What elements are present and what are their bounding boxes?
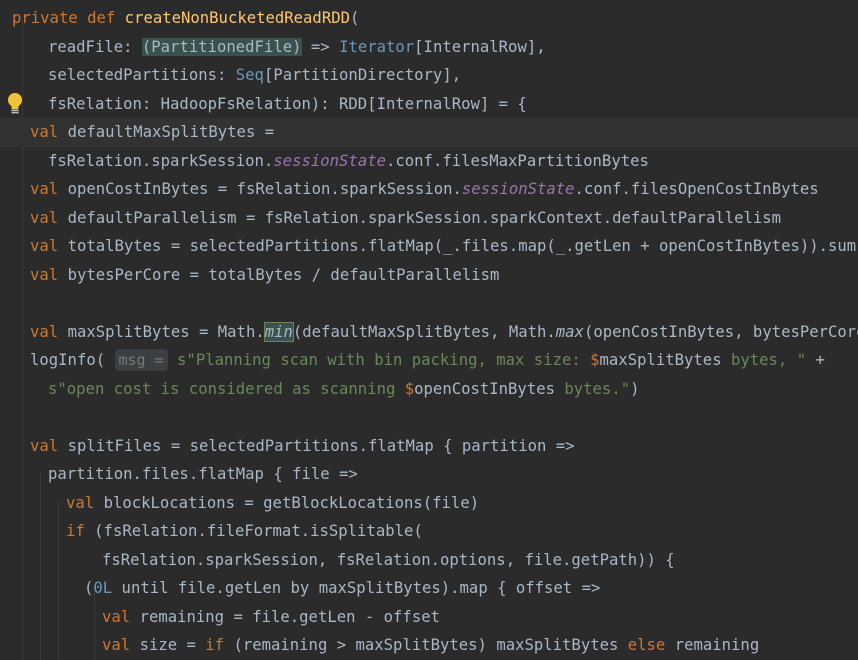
code-line: partition.files.flatMap { file => — [48, 465, 358, 483]
code-line: val remaining = file.getLen - offset — [102, 608, 440, 626]
code-line: val blockLocations = getBlockLocations(f… — [66, 494, 480, 512]
code-line: fsRelation.sparkSession, fsRelation.opti… — [102, 551, 675, 569]
code-line: val size = if (remaining > maxSplitBytes… — [102, 636, 760, 654]
code-line: val openCostInBytes = fsRelation.sparkSe… — [30, 180, 819, 198]
code-line: (0L until file.getLen by maxSplitBytes).… — [84, 579, 601, 597]
code-line: logInfo( msg = s"Planning scan with bin … — [30, 349, 825, 371]
code-line: val defaultParallelism = fsRelation.spar… — [30, 209, 782, 227]
code-line: if (fsRelation.fileFormat.isSplitable( — [66, 522, 423, 540]
code-line: fsRelation.sparkSession.sessionState.con… — [48, 152, 649, 170]
code-line-current: val defaultMaxSplitBytes = — [0, 118, 858, 147]
lightbulb-icon[interactable] — [7, 93, 23, 115]
parameter-hint: msg = — [114, 349, 168, 371]
code-line: readFile: (PartitionedFile) => Iterator[… — [48, 38, 546, 56]
code-line: val splitFiles = selectedPartitions.flat… — [30, 437, 575, 455]
code-line: val bytesPerCore = totalBytes / defaultP… — [30, 266, 500, 284]
code-line: private def createNonBucketedReadRDD( — [12, 9, 360, 27]
code-line: val totalBytes = selectedPartitions.flat… — [30, 237, 857, 255]
code-line: s"open cost is considered as scanning $o… — [48, 380, 640, 398]
code-editor[interactable]: private def createNonBucketedReadRDD( re… — [0, 0, 858, 660]
code-line: fsRelation: HadoopFsRelation): RDD[Inter… — [48, 95, 527, 113]
code-line: selectedPartitions: Seq[PartitionDirecto… — [48, 66, 462, 84]
code-line: val maxSplitBytes = Math.min(defaultMaxS… — [30, 322, 858, 342]
